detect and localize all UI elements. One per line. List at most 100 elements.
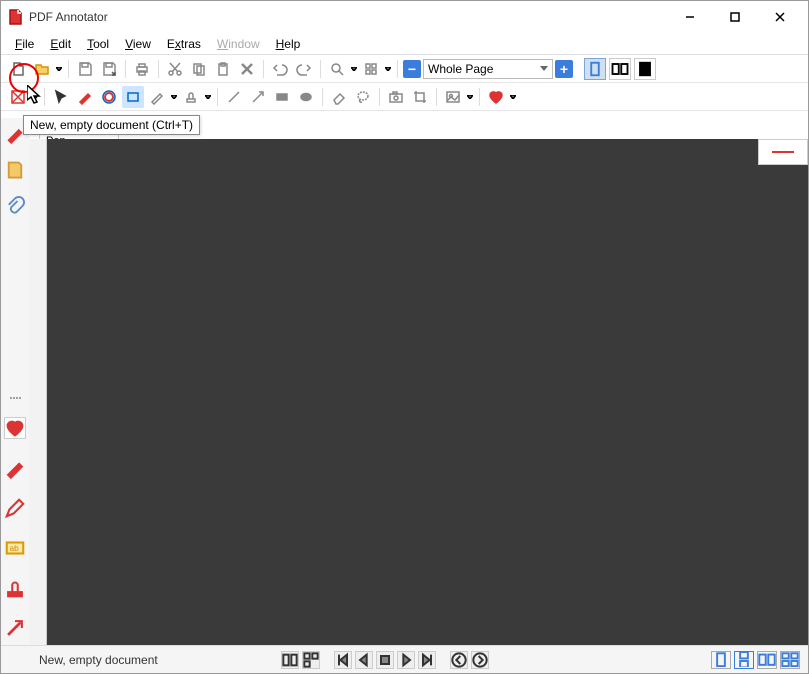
favorites-button[interactable]: [485, 86, 507, 108]
first-page-button[interactable]: [334, 651, 352, 669]
crop-tool-button[interactable]: [409, 86, 431, 108]
status-bar: New, empty document: [1, 645, 808, 673]
sidebar-tab-pages[interactable]: [5, 158, 25, 182]
palette-pen-icon[interactable]: [4, 457, 26, 479]
page-arrange-button[interactable]: [302, 651, 320, 669]
menu-file[interactable]: File: [7, 35, 42, 53]
palette-text-icon[interactable]: ab: [4, 537, 26, 559]
separator: [397, 60, 398, 78]
main-toolbar: − Whole Page +: [1, 55, 808, 83]
snapshot-tool-button[interactable]: [385, 86, 407, 108]
title-bar: PDF Annotator: [1, 1, 808, 33]
tool-switch-button[interactable]: [7, 86, 29, 108]
stamp-tool-button[interactable]: [180, 86, 202, 108]
redo-button[interactable]: [293, 58, 315, 80]
open-document-button[interactable]: [31, 58, 53, 80]
nav-back-button[interactable]: [450, 651, 468, 669]
two-page-view-button[interactable]: [609, 58, 631, 80]
save-button[interactable]: [74, 58, 96, 80]
current-page-button[interactable]: [376, 651, 394, 669]
single-page-view-button[interactable]: [584, 58, 606, 80]
palette-arrow-icon[interactable]: [4, 617, 26, 639]
app-title: PDF Annotator: [29, 10, 667, 24]
layout-single-button[interactable]: [711, 651, 731, 669]
menu-help[interactable]: Help: [268, 35, 309, 53]
sidebar-tab-annotations[interactable]: [5, 122, 25, 146]
minimize-button[interactable]: [667, 2, 712, 32]
text-tool-button[interactable]: [122, 86, 144, 108]
save-as-button[interactable]: [98, 58, 120, 80]
copy-button[interactable]: [188, 58, 210, 80]
separator: [479, 88, 480, 106]
cursor-tool-button[interactable]: [50, 86, 72, 108]
maximize-button[interactable]: [712, 2, 757, 32]
highlighter-dropdown[interactable]: [170, 86, 178, 108]
marker-tool-button[interactable]: [98, 86, 120, 108]
find-button[interactable]: [326, 58, 348, 80]
stamp-dropdown[interactable]: [204, 86, 212, 108]
paste-button[interactable]: [212, 58, 234, 80]
menu-edit[interactable]: Edit: [42, 35, 79, 53]
annotation-toolbar: [1, 83, 808, 111]
palette-favorite-icon[interactable]: [4, 417, 26, 439]
rectangle-tool-button[interactable]: [271, 86, 293, 108]
pen-tool-button[interactable]: [74, 86, 96, 108]
new-document-button[interactable]: [7, 58, 29, 80]
tooltip: New, empty document (Ctrl+T): [23, 115, 200, 135]
zoom-level-select[interactable]: Whole Page: [423, 59, 553, 79]
arrow-tool-button[interactable]: [247, 86, 269, 108]
last-page-button[interactable]: [418, 651, 436, 669]
favorites-dropdown[interactable]: [509, 86, 517, 108]
cut-button[interactable]: [164, 58, 186, 80]
lasso-tool-button[interactable]: [352, 86, 374, 108]
page-thumbnails-button[interactable]: [281, 651, 299, 669]
annotations-dropdown[interactable]: [384, 58, 392, 80]
separator: [217, 88, 218, 106]
menu-tool[interactable]: Tool: [79, 35, 117, 53]
print-button[interactable]: [131, 58, 153, 80]
sidebar-tab-attachments[interactable]: [5, 194, 25, 218]
zoom-out-button[interactable]: −: [403, 60, 421, 78]
close-button[interactable]: [757, 2, 802, 32]
image-dropdown[interactable]: [466, 86, 474, 108]
palette-pencil-icon[interactable]: [4, 497, 26, 519]
menu-window: Window: [209, 35, 268, 53]
menu-bar: File Edit Tool View Extras Window Help: [1, 33, 808, 55]
layout-grid-button[interactable]: [780, 651, 800, 669]
palette-stamp-icon[interactable]: [4, 577, 26, 599]
image-tool-button[interactable]: [442, 86, 464, 108]
page-style-indicator[interactable]: [758, 139, 808, 165]
menu-extras[interactable]: Extras: [159, 35, 209, 53]
zoom-in-button[interactable]: +: [555, 60, 573, 78]
open-dropdown[interactable]: [55, 58, 63, 80]
workspace: [29, 139, 808, 645]
separator: [436, 88, 437, 106]
find-dropdown[interactable]: [350, 58, 358, 80]
delete-button[interactable]: [236, 58, 258, 80]
page-navigation: [281, 651, 489, 669]
ellipse-tool-button[interactable]: [295, 86, 317, 108]
nav-forward-button[interactable]: [471, 651, 489, 669]
highlighter-tool-button[interactable]: [146, 86, 168, 108]
app-icon: [7, 9, 23, 25]
separator: [320, 60, 321, 78]
menu-view[interactable]: View: [117, 35, 159, 53]
separator: [322, 88, 323, 106]
prev-page-button[interactable]: [355, 651, 373, 669]
show-annotations-button[interactable]: [360, 58, 382, 80]
eraser-tool-button[interactable]: [328, 86, 350, 108]
undo-button[interactable]: [269, 58, 291, 80]
next-page-button[interactable]: [397, 651, 415, 669]
dark-view-button[interactable]: [634, 58, 656, 80]
svg-text:ab: ab: [10, 544, 20, 553]
layout-two-page-button[interactable]: [757, 651, 777, 669]
line-tool-button[interactable]: [223, 86, 245, 108]
tool-switch-dropdown[interactable]: [31, 86, 39, 108]
vertical-ruler: [29, 139, 47, 645]
separator: [379, 88, 380, 106]
status-text: New, empty document: [39, 653, 158, 667]
document-canvas[interactable]: [47, 139, 808, 645]
separator: [158, 60, 159, 78]
separator: [125, 60, 126, 78]
layout-continuous-button[interactable]: [734, 651, 754, 669]
